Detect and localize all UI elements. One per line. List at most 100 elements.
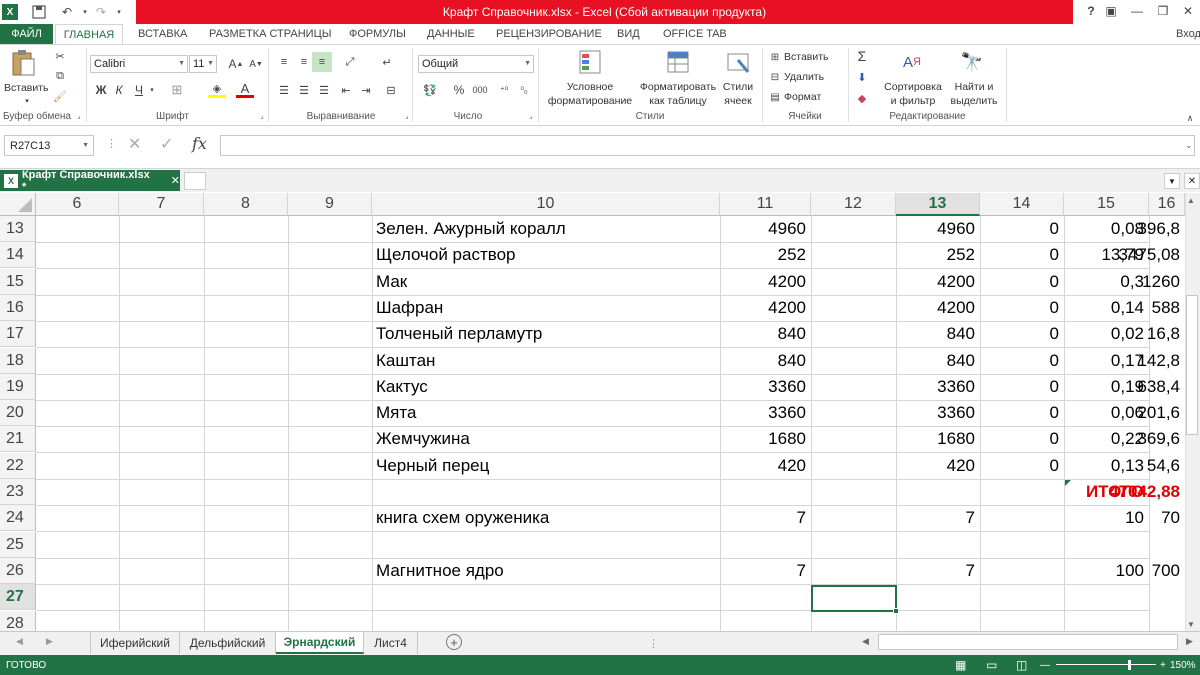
- cell-price[interactable]: 0,19: [1064, 374, 1149, 400]
- increase-indent-icon[interactable]: ⇥: [358, 82, 374, 98]
- paste-dropdown-icon[interactable]: ▾: [22, 95, 32, 108]
- fill-handle[interactable]: [893, 608, 899, 614]
- cell-price[interactable]: 0,3: [1064, 269, 1149, 295]
- cell-value-14[interactable]: 0: [980, 321, 1064, 347]
- conditional-formatting-icon[interactable]: [576, 48, 604, 76]
- sort-filter-label-2[interactable]: и фильтр: [878, 95, 948, 108]
- cell-quantity[interactable]: 7: [720, 558, 811, 584]
- cell-quantity-2[interactable]: 3360: [896, 400, 980, 426]
- row-header[interactable]: 22: [0, 453, 36, 479]
- row-header[interactable]: 17: [0, 321, 36, 347]
- formula-input[interactable]: [220, 135, 1195, 156]
- number-format-select[interactable]: Общий ▼: [418, 55, 534, 73]
- cell-sum[interactable]: 201,6: [1137, 400, 1185, 426]
- cell-quantity-2[interactable]: 252: [896, 242, 980, 268]
- page-break-view-icon[interactable]: ◫: [1016, 658, 1027, 672]
- column-header[interactable]: 10: [372, 193, 720, 216]
- undo-icon[interactable]: ↶: [58, 3, 76, 21]
- cell-price[interactable]: 0,06: [1064, 400, 1149, 426]
- decrease-font-icon[interactable]: A ▼: [248, 55, 264, 73]
- cell-price[interactable]: 0,13: [1064, 453, 1149, 479]
- cell-price[interactable]: 0,17: [1064, 348, 1149, 374]
- font-name-select[interactable]: Calibri ▼: [90, 55, 188, 73]
- sheet-scroll-left-icon[interactable]: ◀: [16, 636, 23, 647]
- column-header[interactable]: 15: [1064, 193, 1149, 216]
- scroll-up-icon[interactable]: ▲: [1187, 196, 1195, 205]
- save-icon[interactable]: [30, 3, 48, 21]
- cell-sum[interactable]: 396,8: [1137, 216, 1185, 242]
- collapse-ribbon-icon[interactable]: ∧: [1184, 112, 1196, 124]
- document-tab[interactable]: X Крафт Справочник.xlsx * ✕: [0, 169, 180, 193]
- orientation-icon[interactable]: ⤢: [338, 54, 362, 70]
- zoom-slider-thumb[interactable]: [1128, 660, 1131, 670]
- cell-quantity-2[interactable]: 3360: [896, 374, 980, 400]
- find-select-icon[interactable]: 🔭: [958, 48, 986, 76]
- customize-toolbar-icon[interactable]: ▾: [110, 3, 128, 21]
- align-bottom-icon[interactable]: ≡: [312, 52, 332, 72]
- row-header[interactable]: 20: [0, 400, 36, 426]
- scroll-down-icon[interactable]: ▼: [1187, 620, 1195, 629]
- cell-quantity-2[interactable]: 4200: [896, 269, 980, 295]
- cell-sum[interactable]: 638,4: [1137, 374, 1185, 400]
- cell-item-name[interactable]: Мята: [372, 400, 720, 426]
- cancel-icon[interactable]: ✕: [128, 134, 141, 154]
- cell-quantity-2[interactable]: 4200: [896, 295, 980, 321]
- sheet-tab-delf[interactable]: Дельфийский: [180, 632, 276, 654]
- cell-item-name[interactable]: книга схем оруженика: [372, 505, 720, 531]
- row-header[interactable]: 24: [0, 505, 36, 531]
- sheet-tab-ernard[interactable]: Эрнардский: [276, 632, 364, 654]
- cell-quantity[interactable]: 840: [720, 321, 811, 347]
- close-all-tabs-icon[interactable]: ✕: [1184, 173, 1200, 189]
- cell-sum[interactable]: 54,6: [1147, 453, 1185, 479]
- cell-quantity-2[interactable]: 840: [896, 348, 980, 374]
- tab-formulas[interactable]: ФОРМУЛЫ: [343, 24, 412, 44]
- font-launcher-icon[interactable]: ⌟: [257, 111, 267, 121]
- percent-button[interactable]: %: [452, 82, 466, 98]
- new-sheet-icon[interactable]: +: [446, 634, 462, 650]
- thousands-button[interactable]: 000: [470, 82, 490, 98]
- decrease-indent-icon[interactable]: ⇤: [338, 82, 354, 98]
- cell-price[interactable]: 0,02: [1064, 321, 1149, 347]
- merge-center-icon[interactable]: ⊟: [380, 82, 402, 98]
- column-header[interactable]: 6: [36, 193, 119, 216]
- cell-value-14[interactable]: 0: [980, 400, 1064, 426]
- cell-price[interactable]: 0,08: [1064, 216, 1149, 242]
- cell-item-name[interactable]: Жемчужина: [372, 426, 720, 452]
- restore-button[interactable]: ❐: [1150, 0, 1176, 22]
- find-select-label-1[interactable]: Найти и: [944, 81, 1004, 94]
- cell-quantity[interactable]: 1680: [720, 426, 811, 452]
- alignment-launcher-icon[interactable]: ⌟: [402, 111, 412, 121]
- align-top-icon[interactable]: ≡: [276, 54, 292, 70]
- cell-value-14[interactable]: 0: [980, 295, 1064, 321]
- cell-quantity[interactable]: 3360: [720, 400, 811, 426]
- new-document-tab-button[interactable]: [184, 172, 206, 190]
- cell-price[interactable]: 10: [1064, 505, 1149, 531]
- cell-item-name[interactable]: Кактус: [372, 374, 720, 400]
- row-header[interactable]: 21: [0, 426, 36, 452]
- column-header[interactable]: 16: [1149, 193, 1185, 216]
- column-header[interactable]: 7: [119, 193, 204, 216]
- vertical-scroll-thumb[interactable]: [1186, 295, 1198, 435]
- cell-item-name[interactable]: Магнитное ядро: [372, 558, 720, 584]
- cell-sum[interactable]: 1260: [1142, 269, 1185, 295]
- tab-view[interactable]: ВИД: [611, 24, 646, 44]
- tab-data[interactable]: ДАННЫЕ: [421, 24, 481, 44]
- clear-icon[interactable]: ◆: [854, 90, 870, 106]
- cell-quantity[interactable]: 420: [720, 453, 811, 479]
- cell-value-14[interactable]: 0: [980, 216, 1064, 242]
- row-header[interactable]: 26: [0, 558, 36, 584]
- tab-file[interactable]: ФАЙЛ: [0, 24, 53, 44]
- select-all-corner[interactable]: [0, 193, 36, 216]
- autosum-icon[interactable]: Σ: [854, 48, 870, 64]
- row-header[interactable]: 16: [0, 295, 36, 321]
- cell-value-14[interactable]: 0: [980, 374, 1064, 400]
- currency-icon[interactable]: 💱: [418, 82, 442, 98]
- cell-item-name[interactable]: Толченый перламутр: [372, 321, 720, 347]
- cell-sum[interactable]: 70: [1149, 505, 1185, 531]
- number-launcher-icon[interactable]: ⌟: [526, 111, 536, 121]
- redo-icon[interactable]: ↷: [92, 3, 110, 21]
- paste-button-label[interactable]: Вставить: [4, 82, 49, 95]
- cell-quantity[interactable]: 4200: [720, 269, 811, 295]
- delete-cells-icon[interactable]: ⊟: [768, 70, 782, 84]
- hscroll-left-icon[interactable]: ◀: [862, 636, 869, 647]
